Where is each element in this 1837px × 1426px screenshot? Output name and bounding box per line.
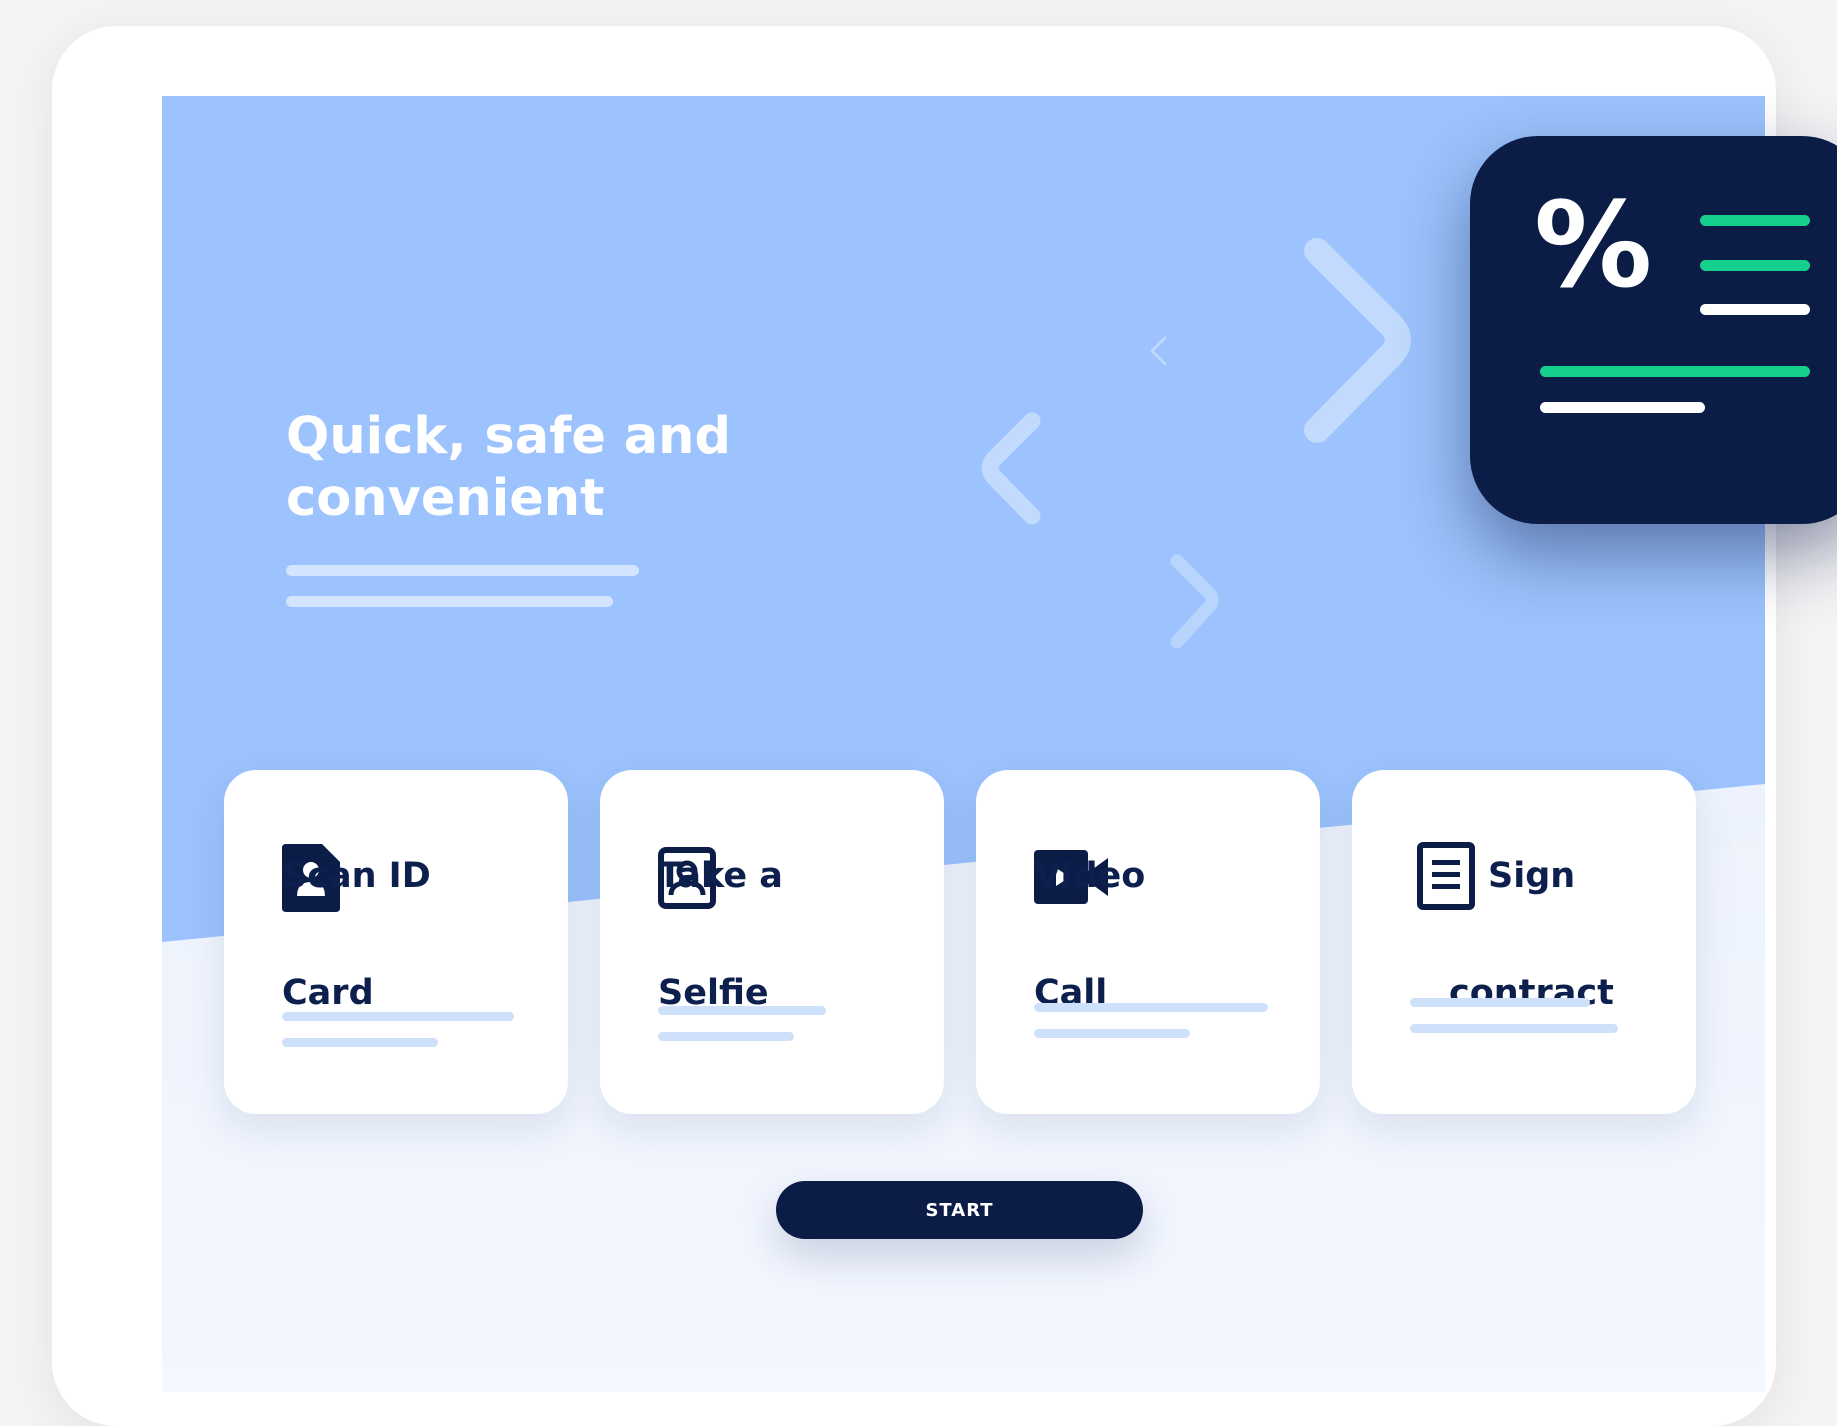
card-title-line2: Card [282, 973, 374, 1013]
headline-placeholder-line [286, 565, 639, 576]
badge-line [1700, 304, 1810, 315]
card-placeholder-line [1410, 998, 1590, 1007]
card-placeholder-line [282, 1012, 514, 1021]
video-call-card[interactable]: Video Call [976, 770, 1320, 1114]
badge-line [1540, 366, 1810, 377]
badge-line [1540, 402, 1705, 413]
card-placeholder-line [1034, 1029, 1190, 1038]
percent-icon: % [1534, 176, 1653, 314]
card-title-line1: Video [1034, 856, 1146, 896]
card-title-line2: contract [1449, 973, 1614, 1013]
sign-contract-card[interactable]: Sign contract [1352, 770, 1696, 1114]
card-placeholder-line [658, 1006, 826, 1015]
card-placeholder-line [282, 1038, 438, 1047]
document-icon [1417, 842, 1475, 910]
card-title-line1: Scan ID [282, 856, 431, 896]
chevron-right-large-icon [1304, 238, 1411, 443]
chevron-left-tiny-icon [1150, 336, 1167, 366]
badge-line [1700, 215, 1810, 226]
start-button[interactable]: START [776, 1181, 1143, 1239]
card-placeholder-line [658, 1032, 794, 1041]
scan-id-card[interactable]: Scan ID Card [224, 770, 568, 1114]
chevron-left-icon [981, 412, 1041, 525]
headline-placeholder-line [286, 596, 613, 607]
card-title-line1: Take a [658, 856, 783, 896]
chevron-right-small-icon [1170, 554, 1219, 649]
card-title-line1: Sign [1488, 856, 1576, 896]
hero-headline: Quick, safe and convenient [286, 407, 731, 528]
card-placeholder-line [1410, 1024, 1618, 1033]
selfie-card[interactable]: Take a Selfie [600, 770, 944, 1114]
percent-document-badge: % [1470, 136, 1837, 524]
badge-line [1700, 260, 1810, 271]
card-placeholder-line [1034, 1003, 1268, 1012]
